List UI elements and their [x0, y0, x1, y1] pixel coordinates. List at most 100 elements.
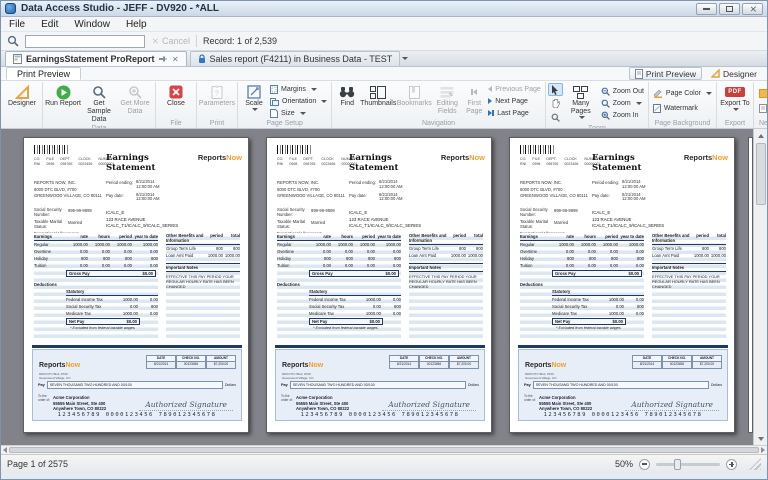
zoom-out-slider-button[interactable] [639, 459, 650, 470]
page-icon [635, 69, 643, 79]
tab-earnings-statement[interactable]: EarningsStatement ProReport [5, 51, 187, 66]
scale-button[interactable]: Scale [240, 83, 268, 119]
editing-fields-label: Editing Fields [432, 100, 462, 116]
resize-grip[interactable] [749, 458, 761, 470]
document-tab-strip: EarningsStatement ProReport Sales report… [1, 51, 767, 67]
zoom-in-icon [601, 111, 610, 120]
scroll-down-icon[interactable] [758, 437, 764, 441]
zoom-in-button[interactable]: Zoom In [599, 110, 646, 121]
close-window-button[interactable] [742, 3, 763, 15]
zoom-in-label: Zoom In [613, 112, 639, 119]
horizontal-scrollbar[interactable] [1, 445, 767, 454]
page-color-button[interactable]: Page Color [651, 87, 714, 101]
get-sample-data-button[interactable]: Get Sample Data [81, 83, 117, 124]
run-report-button[interactable]: Run Report [45, 83, 81, 124]
minimize-button[interactable] [696, 3, 717, 15]
export-to-button[interactable]: PDF Export To [719, 83, 751, 119]
misc-doc-button[interactable] [756, 102, 767, 115]
important-notes-title: Important Notes [652, 263, 726, 272]
view-designer-button[interactable]: Designer [705, 67, 763, 80]
search-input[interactable] [25, 35, 145, 48]
view-print-preview-button[interactable]: Print Preview [629, 67, 702, 80]
close-preview-icon [169, 84, 183, 100]
vertical-scroll-thumb[interactable] [756, 143, 766, 205]
thumbnails-button[interactable]: Thumbnails [360, 83, 396, 119]
get-more-data-button: Get More Data [117, 83, 153, 124]
search-icon [7, 35, 19, 47]
statutory-label: Statutory [552, 288, 644, 296]
menu-file[interactable]: File [1, 17, 33, 31]
preview-page: CO.FILEDEPT.CLOCKNUMBER RNI0998098765002… [266, 137, 492, 433]
earnings-table: Earningsratehoursperiodyear to date Regu… [34, 233, 158, 339]
orientation-button[interactable]: Orientation [268, 96, 329, 107]
scroll-right-icon[interactable] [761, 447, 765, 453]
zoom-in-slider-button[interactable] [726, 459, 737, 470]
deductions-label: Deductions [520, 281, 552, 288]
hand-tool-button[interactable] [548, 97, 563, 110]
ribbon-tab-row: Print Preview Print Preview Designer [1, 67, 767, 81]
minus-icon [642, 463, 647, 465]
zoom-tool-button[interactable] [548, 111, 563, 124]
authorized-signature: Authorized Signature [382, 400, 476, 411]
group-label-file: File [158, 119, 194, 128]
pointer-tool-button[interactable] [548, 83, 563, 96]
zoom-slider[interactable] [656, 463, 720, 466]
page-color-label: Page Color [666, 90, 701, 97]
zoom-slider-thumb[interactable] [674, 459, 681, 470]
statement-title: Earnings Statement [349, 153, 441, 173]
previous-page-label: Previous Page [495, 86, 541, 93]
designer-icon [711, 69, 720, 78]
previous-page-button: Previous Page [486, 84, 543, 95]
group-label-page-background: Page Background [651, 119, 714, 128]
designer-button[interactable]: Designer [4, 83, 40, 119]
many-pages-button[interactable]: Many Pages [563, 83, 599, 124]
horizontal-scroll-thumb[interactable] [9, 447, 759, 453]
close-tab-icon[interactable] [172, 56, 178, 62]
svg-text:?: ? [215, 91, 219, 98]
print-preview-area: CO.FILEDEPT.CLOCKNUMBER RNI0998098765002… [1, 129, 767, 445]
menu-help[interactable]: Help [118, 17, 155, 31]
tab-label: EarningsStatement ProReport [26, 54, 155, 64]
close-preview-button[interactable]: Close [158, 83, 194, 119]
window-frame-bottom [1, 473, 767, 479]
micr-line: 123456789 0000123456 789012345678 [33, 412, 241, 418]
menu-window[interactable]: Window [66, 17, 118, 31]
zoom-out-icon [601, 87, 610, 96]
zoom-out-button[interactable]: Zoom Out [599, 86, 646, 97]
ribbon-group-page-setup: Scale Margins Orientation Size Page Setu… [238, 82, 332, 128]
lock-icon [198, 54, 206, 64]
many-pages-label: Many Pages [563, 100, 599, 116]
check-detail-cells: DATECHECK NO.AMOUNT 8/21/201400123456$7,… [146, 355, 236, 369]
check-pay-line: Pay SEVEN THOUSAND TWO HUNDRED AND 00/10… [281, 381, 479, 389]
ribbon-group-navigation: Find Thumbnails Bookmarks Editing Fields… [332, 82, 546, 128]
tab-sales-report[interactable]: Sales report (F4211) in Business Data - … [190, 51, 401, 66]
bookmarks-button: Bookmarks [396, 83, 432, 119]
maximize-button[interactable] [719, 3, 740, 15]
plus-icon [729, 462, 734, 467]
margins-button[interactable]: Margins [268, 84, 329, 95]
zoom-button[interactable]: Zoom [599, 98, 646, 109]
find-button[interactable]: Find [334, 83, 360, 119]
ribbon-tab-print-preview[interactable]: Print Preview [6, 67, 81, 80]
last-page-button[interactable]: Last Page [486, 108, 543, 119]
scroll-left-icon[interactable] [3, 447, 7, 453]
benefits-title: Other Benefits and Informationperiodtota… [652, 233, 726, 245]
pages-row: CO.FILEDEPT.CLOCKNUMBER RNI0998098765002… [1, 129, 767, 433]
deductions-label: Deductions [277, 281, 309, 288]
size-button[interactable]: Size [268, 108, 329, 119]
vertical-scrollbar[interactable] [753, 129, 767, 445]
scale-icon [247, 84, 261, 100]
cancel-search-button[interactable]: Cancel [151, 36, 190, 46]
size-label: Size [281, 110, 295, 117]
misc-note-button[interactable] [756, 87, 767, 100]
export-to-label: Export To [720, 100, 749, 108]
check-top-band [275, 345, 485, 348]
pin-icon[interactable] [159, 55, 167, 63]
tab-list-dropdown-icon[interactable] [402, 57, 408, 60]
watermark-button[interactable]: Watermark [651, 102, 714, 116]
bookmarks-label: Bookmarks [397, 100, 432, 108]
next-page-button[interactable]: Next Page [486, 96, 543, 107]
scroll-up-icon[interactable] [758, 134, 764, 138]
title-bar: Data Access Studio - JEFF - DV920 - *ALL [1, 1, 767, 17]
menu-edit[interactable]: Edit [33, 17, 66, 31]
